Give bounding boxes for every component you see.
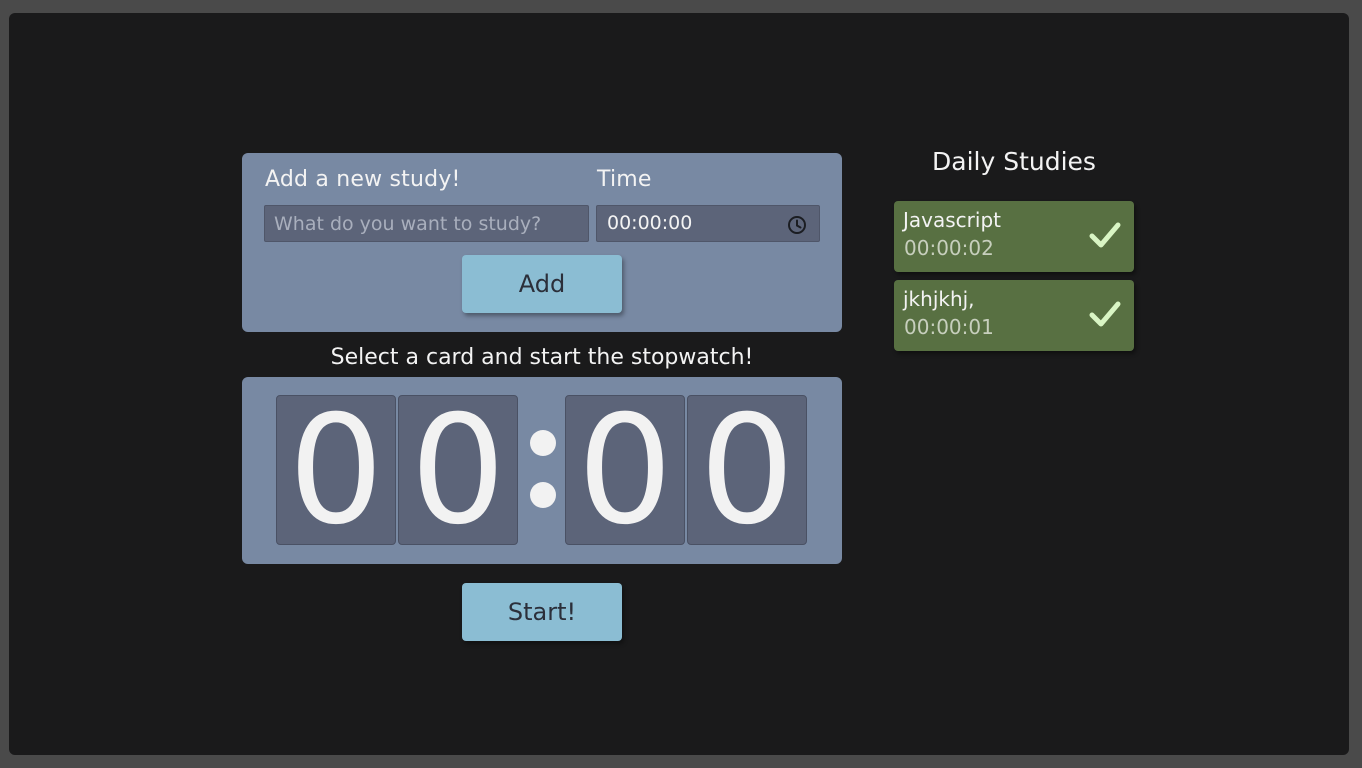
minutes-tens-digit: 0 bbox=[276, 395, 396, 545]
daily-studies-title: Daily Studies bbox=[932, 147, 1096, 176]
study-card-name: jkhjkhj, bbox=[903, 287, 975, 311]
study-label: Add a new study! bbox=[265, 167, 461, 192]
colon-bottom-dot bbox=[530, 482, 556, 508]
study-card[interactable]: Javascript 00:00:02 bbox=[894, 201, 1134, 272]
minutes-ones-digit: 0 bbox=[398, 395, 518, 545]
study-card-time: 00:00:01 bbox=[904, 315, 994, 339]
study-card[interactable]: jkhjkhj, 00:00:01 bbox=[894, 280, 1134, 351]
time-label: Time bbox=[597, 167, 652, 192]
study-card-name: Javascript bbox=[903, 208, 1001, 232]
seconds-tens-digit: 0 bbox=[565, 395, 685, 545]
check-icon[interactable] bbox=[1088, 218, 1122, 252]
seconds-ones-digit: 0 bbox=[687, 395, 807, 545]
study-card-time: 00:00:02 bbox=[904, 236, 994, 260]
start-button[interactable]: Start! bbox=[462, 583, 622, 641]
add-button[interactable]: Add bbox=[462, 255, 622, 313]
app-frame: Add a new study! Time 00:00:00 Add Selec… bbox=[9, 13, 1349, 755]
stopwatch-instruction: Select a card and start the stopwatch! bbox=[330, 345, 754, 370]
check-icon[interactable] bbox=[1088, 297, 1122, 331]
clock-icon[interactable] bbox=[787, 215, 807, 235]
study-input[interactable] bbox=[264, 205, 589, 242]
stopwatch-panel: 0 0 0 0 bbox=[242, 377, 842, 564]
colon-top-dot bbox=[530, 430, 556, 456]
time-value: 00:00:00 bbox=[607, 212, 693, 234]
time-input[interactable]: 00:00:00 bbox=[596, 205, 820, 242]
add-study-panel: Add a new study! Time 00:00:00 Add bbox=[242, 153, 842, 332]
